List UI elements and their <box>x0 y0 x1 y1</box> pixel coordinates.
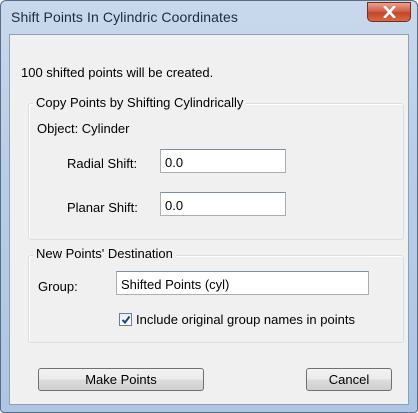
destination-groupbox <box>28 255 404 343</box>
window-title: Shift Points In Cylindric Coordinates <box>11 9 239 25</box>
checkmark-icon <box>121 315 131 325</box>
include-group-names-checkbox[interactable] <box>119 313 132 326</box>
close-icon <box>383 6 396 18</box>
copy-points-legend: Copy Points by Shifting Cylindrically <box>33 95 247 110</box>
group-label: Group: <box>38 279 78 294</box>
radial-shift-input[interactable] <box>160 149 286 173</box>
cancel-button[interactable]: Cancel <box>306 368 392 391</box>
destination-legend: New Points' Destination <box>33 246 176 261</box>
title-bar[interactable]: Shift Points In Cylindric Coordinates <box>1 1 417 34</box>
planar-shift-label: Planar Shift: <box>67 200 138 215</box>
dialog-window: Shift Points In Cylindric Coordinates 10… <box>0 0 418 413</box>
group-name-input[interactable] <box>116 271 369 295</box>
include-group-names-label[interactable]: Include original group names in points <box>136 312 355 327</box>
points-count-message: 100 shifted points will be created. <box>21 65 214 80</box>
make-points-button[interactable]: Make Points <box>38 368 204 391</box>
object-label: Object: Cylinder <box>37 121 130 136</box>
dialog-client-area: 100 shifted points will be created. Copy… <box>9 34 409 405</box>
close-button[interactable] <box>367 2 411 22</box>
planar-shift-input[interactable] <box>160 192 286 216</box>
radial-shift-label: Radial Shift: <box>67 156 138 171</box>
